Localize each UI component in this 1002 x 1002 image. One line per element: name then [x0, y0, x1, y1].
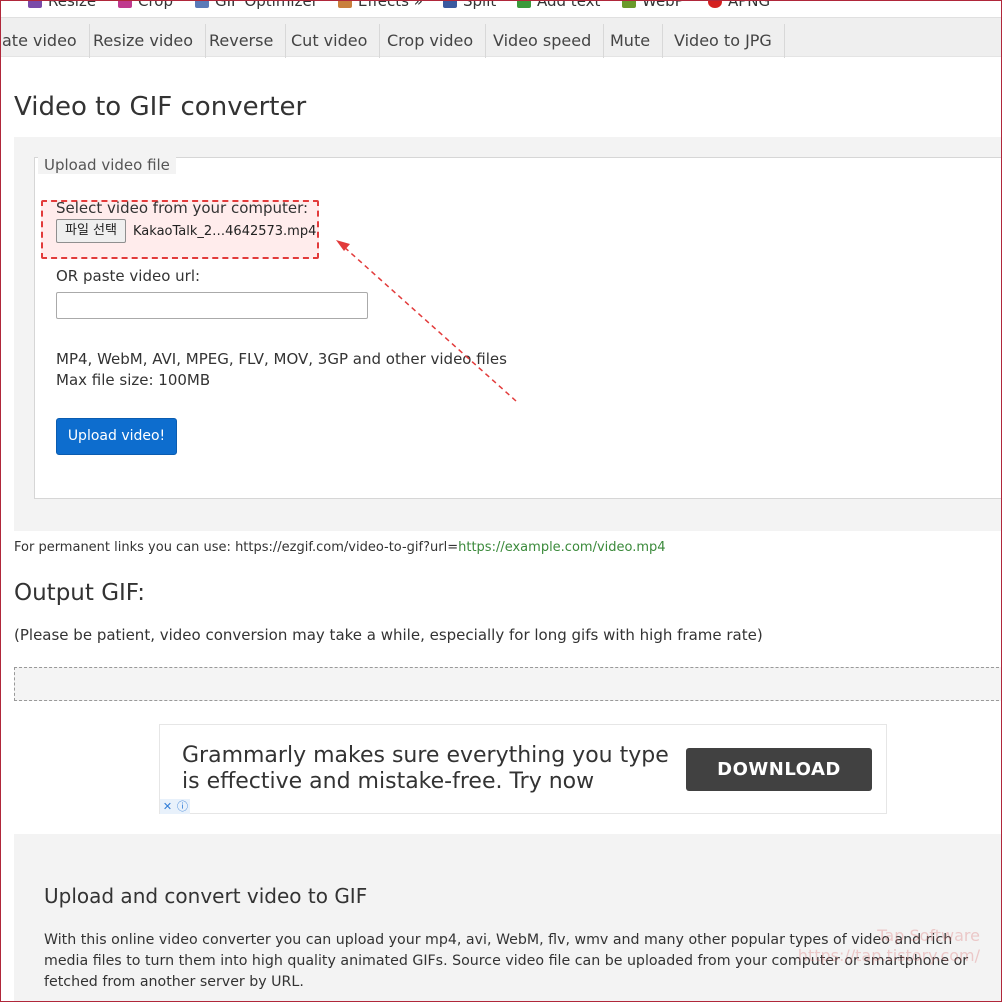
menu-item-apng[interactable]: APNG — [708, 0, 770, 10]
output-gif-heading: Output GIF: — [14, 580, 146, 606]
upload-panel — [14, 137, 1002, 531]
tab-rotate-video[interactable]: ate video — [0, 24, 90, 58]
tab-bar: ate video Resize video Reverse Cut video… — [0, 17, 1002, 58]
optimizer-icon — [195, 0, 209, 8]
crop-icon — [118, 0, 132, 8]
ad-info-icon[interactable]: ⓘ — [175, 799, 190, 814]
ad-choices[interactable]: ✕ ⓘ — [160, 799, 190, 814]
upload-video-button[interactable]: Upload video! — [56, 418, 177, 455]
tab-video-speed[interactable]: Video speed — [481, 24, 605, 58]
select-file-label: Select video from your computer: — [56, 199, 309, 217]
selected-file-name: KakaoTalk_2…4642573.mp4 — [133, 224, 317, 239]
advertisement[interactable]: Grammarly makes sure everything you type… — [159, 724, 887, 814]
menu-item-effects[interactable]: Effects » — [338, 0, 423, 10]
webp-icon — [622, 0, 636, 8]
menu-item-split[interactable]: Split — [443, 0, 496, 10]
choose-file-button[interactable]: 파일 선택 — [56, 219, 126, 243]
menu-item-resize[interactable]: Resize — [28, 0, 96, 10]
ad-close-icon[interactable]: ✕ — [160, 799, 175, 814]
info-paragraph: With this online video converter you can… — [44, 932, 969, 990]
effects-icon — [338, 0, 352, 8]
menu-item-webp[interactable]: WebP — [622, 0, 684, 10]
permanent-link-example[interactable]: https://example.com/video.mp4 — [458, 540, 665, 555]
apng-icon — [708, 0, 722, 8]
supported-formats-text: MP4, WebM, AVI, MPEG, FLV, MOV, 3GP and … — [56, 350, 507, 368]
tab-reverse[interactable]: Reverse — [197, 24, 287, 58]
menu-item-add-text[interactable]: Add text — [517, 0, 600, 10]
patience-note: (Please be patient, video conversion may… — [14, 626, 763, 644]
tab-crop-video[interactable]: Crop video — [375, 24, 487, 58]
info-heading: Upload and convert video to GIF — [44, 884, 368, 908]
resize-icon — [28, 0, 42, 8]
tab-cut-video[interactable]: Cut video — [279, 24, 381, 58]
upload-legend: Upload video file — [38, 156, 176, 174]
url-label: OR paste video url: — [56, 267, 201, 285]
top-menu: Resize Crop GIF Optimizer Effects » Spli… — [0, 0, 1002, 16]
split-icon — [443, 0, 457, 8]
ad-download-button[interactable]: DOWNLOAD — [686, 748, 872, 791]
output-gif-area — [14, 667, 1002, 701]
max-file-size-text: Max file size: 100MB — [56, 371, 211, 389]
ad-text: Grammarly makes sure everything you type… — [182, 743, 669, 794]
tab-resize-video[interactable]: Resize video — [81, 24, 207, 58]
tab-mute[interactable]: Mute — [598, 24, 664, 58]
tab-video-to-jpg[interactable]: Video to JPG — [662, 24, 785, 58]
permanent-link-text: For permanent links you can use: https:/… — [14, 540, 666, 555]
menu-item-gif-optimizer[interactable]: GIF Optimizer — [195, 0, 318, 10]
video-url-input[interactable] — [56, 292, 368, 319]
page-title: Video to GIF converter — [14, 92, 307, 122]
menu-item-crop[interactable]: Crop — [118, 0, 173, 10]
add-text-icon — [517, 0, 531, 8]
